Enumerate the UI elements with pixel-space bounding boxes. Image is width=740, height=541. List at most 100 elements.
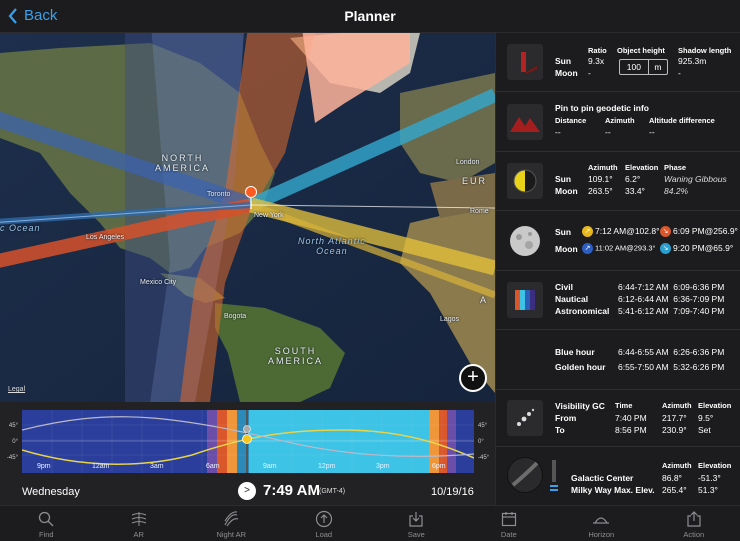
hour-label: 6am <box>206 463 220 470</box>
moon-label: Moon <box>555 244 578 254</box>
milky-way-label: Milky Way Max. Elev. <box>571 485 655 495</box>
azimuth-header: Azimuth <box>662 461 692 470</box>
label-london: London <box>456 159 480 166</box>
distance-header: Distance <box>555 116 587 125</box>
moon-elevation: 33.4° <box>625 186 645 196</box>
hour-label: 6pm <box>432 463 446 470</box>
geodetic-card[interactable]: Pin to pin geodetic info Distance Azimut… <box>496 92 740 152</box>
tab-save[interactable]: Save <box>370 506 463 541</box>
map-view[interactable]: NORTH AMERICA SOUTH AMERICA EUR A North … <box>0 33 495 402</box>
sun-azimuth: 109.1° <box>588 174 613 184</box>
galactic-core-icon <box>507 400 543 436</box>
tab-load[interactable]: Load <box>278 506 371 541</box>
moonset-value: 9:20 PM@65.9° <box>673 243 734 253</box>
height-header: Object height <box>617 46 665 55</box>
azimuth-header: Azimuth <box>662 401 692 410</box>
time-header: Time <box>615 401 633 410</box>
phase-header: Phase <box>664 163 687 172</box>
tab-action[interactable]: Action <box>648 506 740 541</box>
tab-night-ar[interactable]: Night AR <box>185 506 278 541</box>
milky-way-azimuth: 265.4° <box>662 485 687 495</box>
page-title: Planner <box>344 8 396 24</box>
moonrise-icon: ↗ <box>582 243 593 254</box>
label-lagos: Lagos <box>440 316 460 323</box>
tab-label: Load <box>315 530 333 539</box>
tab-horizon[interactable]: Horizon <box>555 506 648 541</box>
from-elevation: 9.5° <box>698 413 714 423</box>
hour-label: 3pm <box>376 463 390 470</box>
tab-date[interactable]: Date <box>463 506 556 541</box>
rise-set-card[interactable]: Sun Moon ↗ 7:12 AM@102.8° ↘ 6:09 PM@256.9°… <box>496 211 740 271</box>
share-icon <box>687 511 701 527</box>
civil-times: 6:44-7:12 AM 6:09-6:36 PM <box>618 282 725 292</box>
label-africa: A <box>480 295 489 305</box>
legal-link[interactable]: Legal <box>8 386 25 393</box>
sun-label: Sun <box>555 56 572 66</box>
tab-ar[interactable]: AR <box>93 506 186 541</box>
elevation-timeline-chart[interactable] <box>22 410 474 473</box>
label-toronto: Toronto <box>207 191 231 198</box>
visibility-title: Visibility GC <box>555 401 605 411</box>
sunset-value: 6:09 PM@256.9° <box>673 226 738 236</box>
galactic-center-elevation: -51.3° <box>698 473 721 483</box>
galactic-center-label: Galactic Center <box>571 473 634 483</box>
moon-phase-icon <box>507 163 543 199</box>
load-icon <box>315 510 332 528</box>
timeline[interactable]: 45° 0° -45° 45° 0° -45° 9pm 12am 3am 6am… <box>0 402 495 505</box>
to-elevation: Set <box>698 425 711 435</box>
night-ar-icon <box>224 511 239 527</box>
satellite-map <box>0 33 495 402</box>
object-height-value[interactable]: 100 <box>620 60 649 74</box>
elevation-header: Elevation <box>698 401 732 410</box>
ratio-header: Ratio <box>588 46 607 55</box>
sunrise: ↗ 7:12 AM@102.8° <box>582 226 660 238</box>
blue-hour-times: 6:44-6:55 AM 6:26-6:36 PM <box>618 347 725 357</box>
calendar-icon <box>501 512 516 527</box>
shadow-header: Shadow length <box>678 46 732 55</box>
moon-label: Moon <box>555 186 578 196</box>
sunset: ↘ 6:09 PM@256.9° <box>660 226 738 238</box>
tab-label: Horizon <box>588 530 615 539</box>
label-north-america: NORTH AMERICA <box>155 153 211 173</box>
golden-hour-card[interactable]: Blue hour Golden hour 6:44-6:55 AM 6:26-… <box>496 330 740 390</box>
shadow-card[interactable]: Ratio Object height Shadow length Sun Mo… <box>496 33 740 92</box>
timezone-label: (GMT-4) <box>319 488 346 495</box>
azimuth-header: Azimuth <box>605 116 635 125</box>
current-date[interactable]: 10/19/16 <box>431 486 474 498</box>
now-button[interactable]: > <box>238 482 256 500</box>
label-north-atlantic: North Atlantic Ocean <box>298 236 366 256</box>
label-bogota: Bogota <box>224 313 247 320</box>
sunrise-icon: ↗ <box>582 226 593 238</box>
label-mexico-city: Mexico City <box>140 279 177 286</box>
info-panel: Ratio Object height Shadow length Sun Mo… <box>495 33 740 505</box>
sun-label: Sun <box>555 227 572 237</box>
moonset: ↘ 9:20 PM@65.9° <box>660 243 734 255</box>
hour-label: 9am <box>263 463 277 470</box>
search-icon <box>39 511 54 527</box>
position-card[interactable]: Azimuth Elevation Phase Sun Moon 109.1° … <box>496 152 740 211</box>
label-rome: Rome <box>470 208 489 215</box>
object-height-input[interactable]: 100 m <box>619 59 668 75</box>
axis-right-minus45: -45° <box>478 455 490 461</box>
to-azimuth: 230.9° <box>662 425 687 435</box>
twilight-card[interactable]: Civil Nautical Astronomical 6:44-7:12 AM… <box>496 271 740 330</box>
current-time[interactable]: 7:49 AM <box>263 482 320 499</box>
label-pacific: c Ocean <box>0 223 41 233</box>
object-height-unit[interactable]: m <box>649 60 667 74</box>
nautical-times: 6:12-6:44 AM 6:36-7:09 PM <box>618 294 725 304</box>
galactic-center-card[interactable]: Azimuth Elevation Galactic Center Milky … <box>496 447 740 505</box>
tab-find[interactable]: Find <box>0 506 93 541</box>
moonrise-value: 11:02 AM@293.3° <box>595 243 656 253</box>
navigation-bar: Back Planner <box>0 0 740 33</box>
label-los-angeles: Los Angeles <box>86 234 125 241</box>
astronomical-label: Astronomical <box>555 306 610 316</box>
tab-label: Date <box>500 530 517 539</box>
visibility-card[interactable]: Visibility GC Time Azimuth Elevation Fro… <box>496 390 740 447</box>
add-pin-button[interactable]: + <box>459 364 487 392</box>
label-new-york: New York <box>254 212 284 219</box>
geodetic-title: Pin to pin geodetic info <box>555 103 649 113</box>
moon-illumination: 84.2% <box>664 186 689 196</box>
horizon-icon <box>593 517 610 524</box>
sun-label: Sun <box>555 174 572 184</box>
hour-label: 9pm <box>37 463 51 470</box>
